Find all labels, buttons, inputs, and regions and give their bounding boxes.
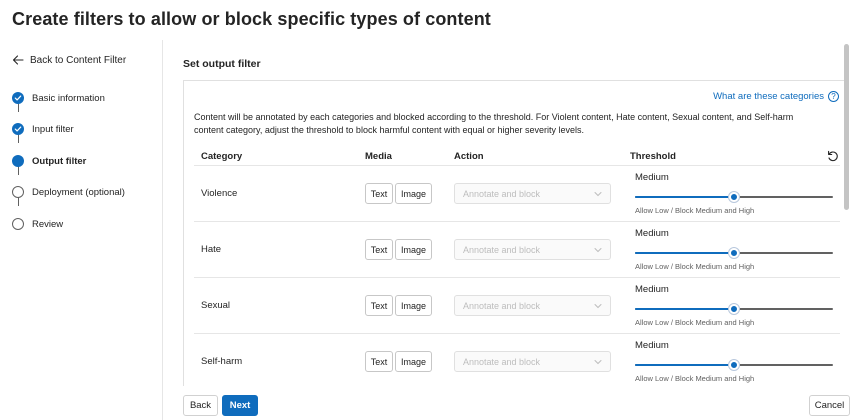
threshold-control: Medium Allow Low / Block Medium and High — [635, 172, 835, 218]
threshold-level-label: Medium — [635, 228, 669, 239]
arrow-left-icon — [12, 55, 24, 65]
output-filter-card: What are these categories ? Content will… — [183, 80, 849, 386]
media-image-button[interactable]: Image — [395, 351, 432, 372]
table-row: Hate Text Image Annotate and block Mediu… — [194, 221, 840, 277]
question-circle-icon: ? — [828, 91, 839, 102]
threshold-slider[interactable] — [635, 360, 833, 370]
threshold-control: Medium Allow Low / Block Medium and High — [635, 284, 835, 330]
chevron-down-icon — [594, 248, 602, 253]
step-label: Deployment (optional) — [32, 186, 125, 198]
step-output-filter[interactable]: Output filter — [12, 155, 86, 167]
cancel-button[interactable]: Cancel — [809, 395, 850, 416]
media-image-button[interactable]: Image — [395, 183, 432, 204]
column-header-category: Category — [201, 151, 243, 162]
action-value: Annotate and block — [463, 188, 541, 199]
threshold-control: Medium Allow Low / Block Medium and High — [635, 340, 835, 386]
footer-bar: Back Next Cancel — [0, 387, 850, 420]
check-circle-icon — [12, 92, 24, 104]
action-dropdown[interactable]: Annotate and block — [454, 239, 611, 260]
step-deployment[interactable]: Deployment (optional) — [12, 186, 125, 198]
action-value: Annotate and block — [463, 356, 541, 367]
scrollbar[interactable] — [844, 44, 849, 210]
next-button[interactable]: Next — [222, 395, 258, 416]
action-value: Annotate and block — [463, 300, 541, 311]
step-label: Input filter — [32, 123, 74, 135]
threshold-level-label: Medium — [635, 172, 669, 183]
media-text-button[interactable]: Text — [365, 295, 393, 316]
category-name: Hate — [201, 244, 222, 255]
action-value: Annotate and block — [463, 244, 541, 255]
chevron-down-icon — [594, 192, 602, 197]
threshold-slider[interactable] — [635, 192, 833, 202]
media-image-button[interactable]: Image — [395, 295, 432, 316]
threshold-slider[interactable] — [635, 248, 833, 258]
help-link-label: What are these categories — [713, 91, 824, 102]
column-header-threshold: Threshold — [630, 151, 676, 162]
what-are-these-categories-link[interactable]: What are these categories ? — [713, 91, 839, 102]
media-text-button[interactable]: Text — [365, 183, 393, 204]
table-header: Category Media Action Threshold — [194, 149, 840, 165]
description-text: Content will be annotated by each catego… — [194, 112, 794, 135]
check-circle-icon — [12, 123, 24, 135]
action-dropdown[interactable]: Annotate and block — [454, 295, 611, 316]
slider-fill — [635, 308, 734, 310]
slider-fill — [635, 196, 734, 198]
back-to-content-filter-link[interactable]: Back to Content Filter — [12, 54, 126, 66]
back-button[interactable]: Back — [183, 395, 218, 416]
threshold-hint: Allow Low / Block Medium and High — [635, 318, 755, 327]
table-row: Violence Text Image Annotate and block M… — [194, 165, 840, 221]
table-row: Self-harm Text Image Annotate and block … — [194, 333, 840, 389]
category-name: Violence — [201, 188, 238, 199]
column-header-action: Action — [454, 151, 484, 162]
back-link-label: Back to Content Filter — [30, 54, 127, 66]
slider-thumb[interactable] — [729, 360, 739, 370]
threshold-hint: Allow Low / Block Medium and High — [635, 374, 755, 383]
main-content: Set output filter What are these categor… — [183, 40, 850, 386]
threshold-level-label: Medium — [635, 284, 669, 295]
section-title: Set output filter — [183, 58, 261, 70]
threshold-slider[interactable] — [635, 304, 833, 314]
current-step-dot-icon — [12, 155, 24, 167]
step-label: Output filter — [32, 155, 87, 167]
step-basic-information[interactable]: Basic information — [12, 92, 105, 104]
column-header-media: Media — [365, 151, 392, 162]
step-review[interactable]: Review — [12, 218, 63, 230]
reset-icon[interactable] — [826, 149, 840, 163]
threshold-level-label: Medium — [635, 340, 669, 351]
action-dropdown[interactable]: Annotate and block — [454, 351, 611, 372]
step-label: Basic information — [32, 92, 105, 104]
threshold-control: Medium Allow Low / Block Medium and High — [635, 228, 835, 274]
media-text-button[interactable]: Text — [365, 351, 393, 372]
threshold-hint: Allow Low / Block Medium and High — [635, 262, 755, 271]
chevron-down-icon — [594, 304, 602, 309]
empty-circle-icon — [12, 186, 24, 198]
media-image-button[interactable]: Image — [395, 239, 432, 260]
media-text-button[interactable]: Text — [365, 239, 393, 260]
slider-thumb[interactable] — [729, 304, 739, 314]
page-title: Create filters to allow or block specifi… — [12, 9, 491, 29]
step-input-filter[interactable]: Input filter — [12, 123, 74, 135]
slider-fill — [635, 364, 734, 366]
empty-circle-icon — [12, 218, 24, 230]
slider-fill — [635, 252, 734, 254]
table-row: Sexual Text Image Annotate and block Med… — [194, 277, 840, 333]
step-label: Review — [32, 218, 64, 230]
chevron-down-icon — [594, 360, 602, 365]
threshold-hint: Allow Low / Block Medium and High — [635, 206, 755, 215]
slider-thumb[interactable] — [729, 192, 739, 202]
category-name: Self-harm — [201, 356, 243, 367]
category-name: Sexual — [201, 300, 231, 311]
slider-thumb[interactable] — [729, 248, 739, 258]
left-nav: Back to Content Filter Basic information… — [0, 40, 163, 420]
action-dropdown[interactable]: Annotate and block — [454, 183, 611, 204]
